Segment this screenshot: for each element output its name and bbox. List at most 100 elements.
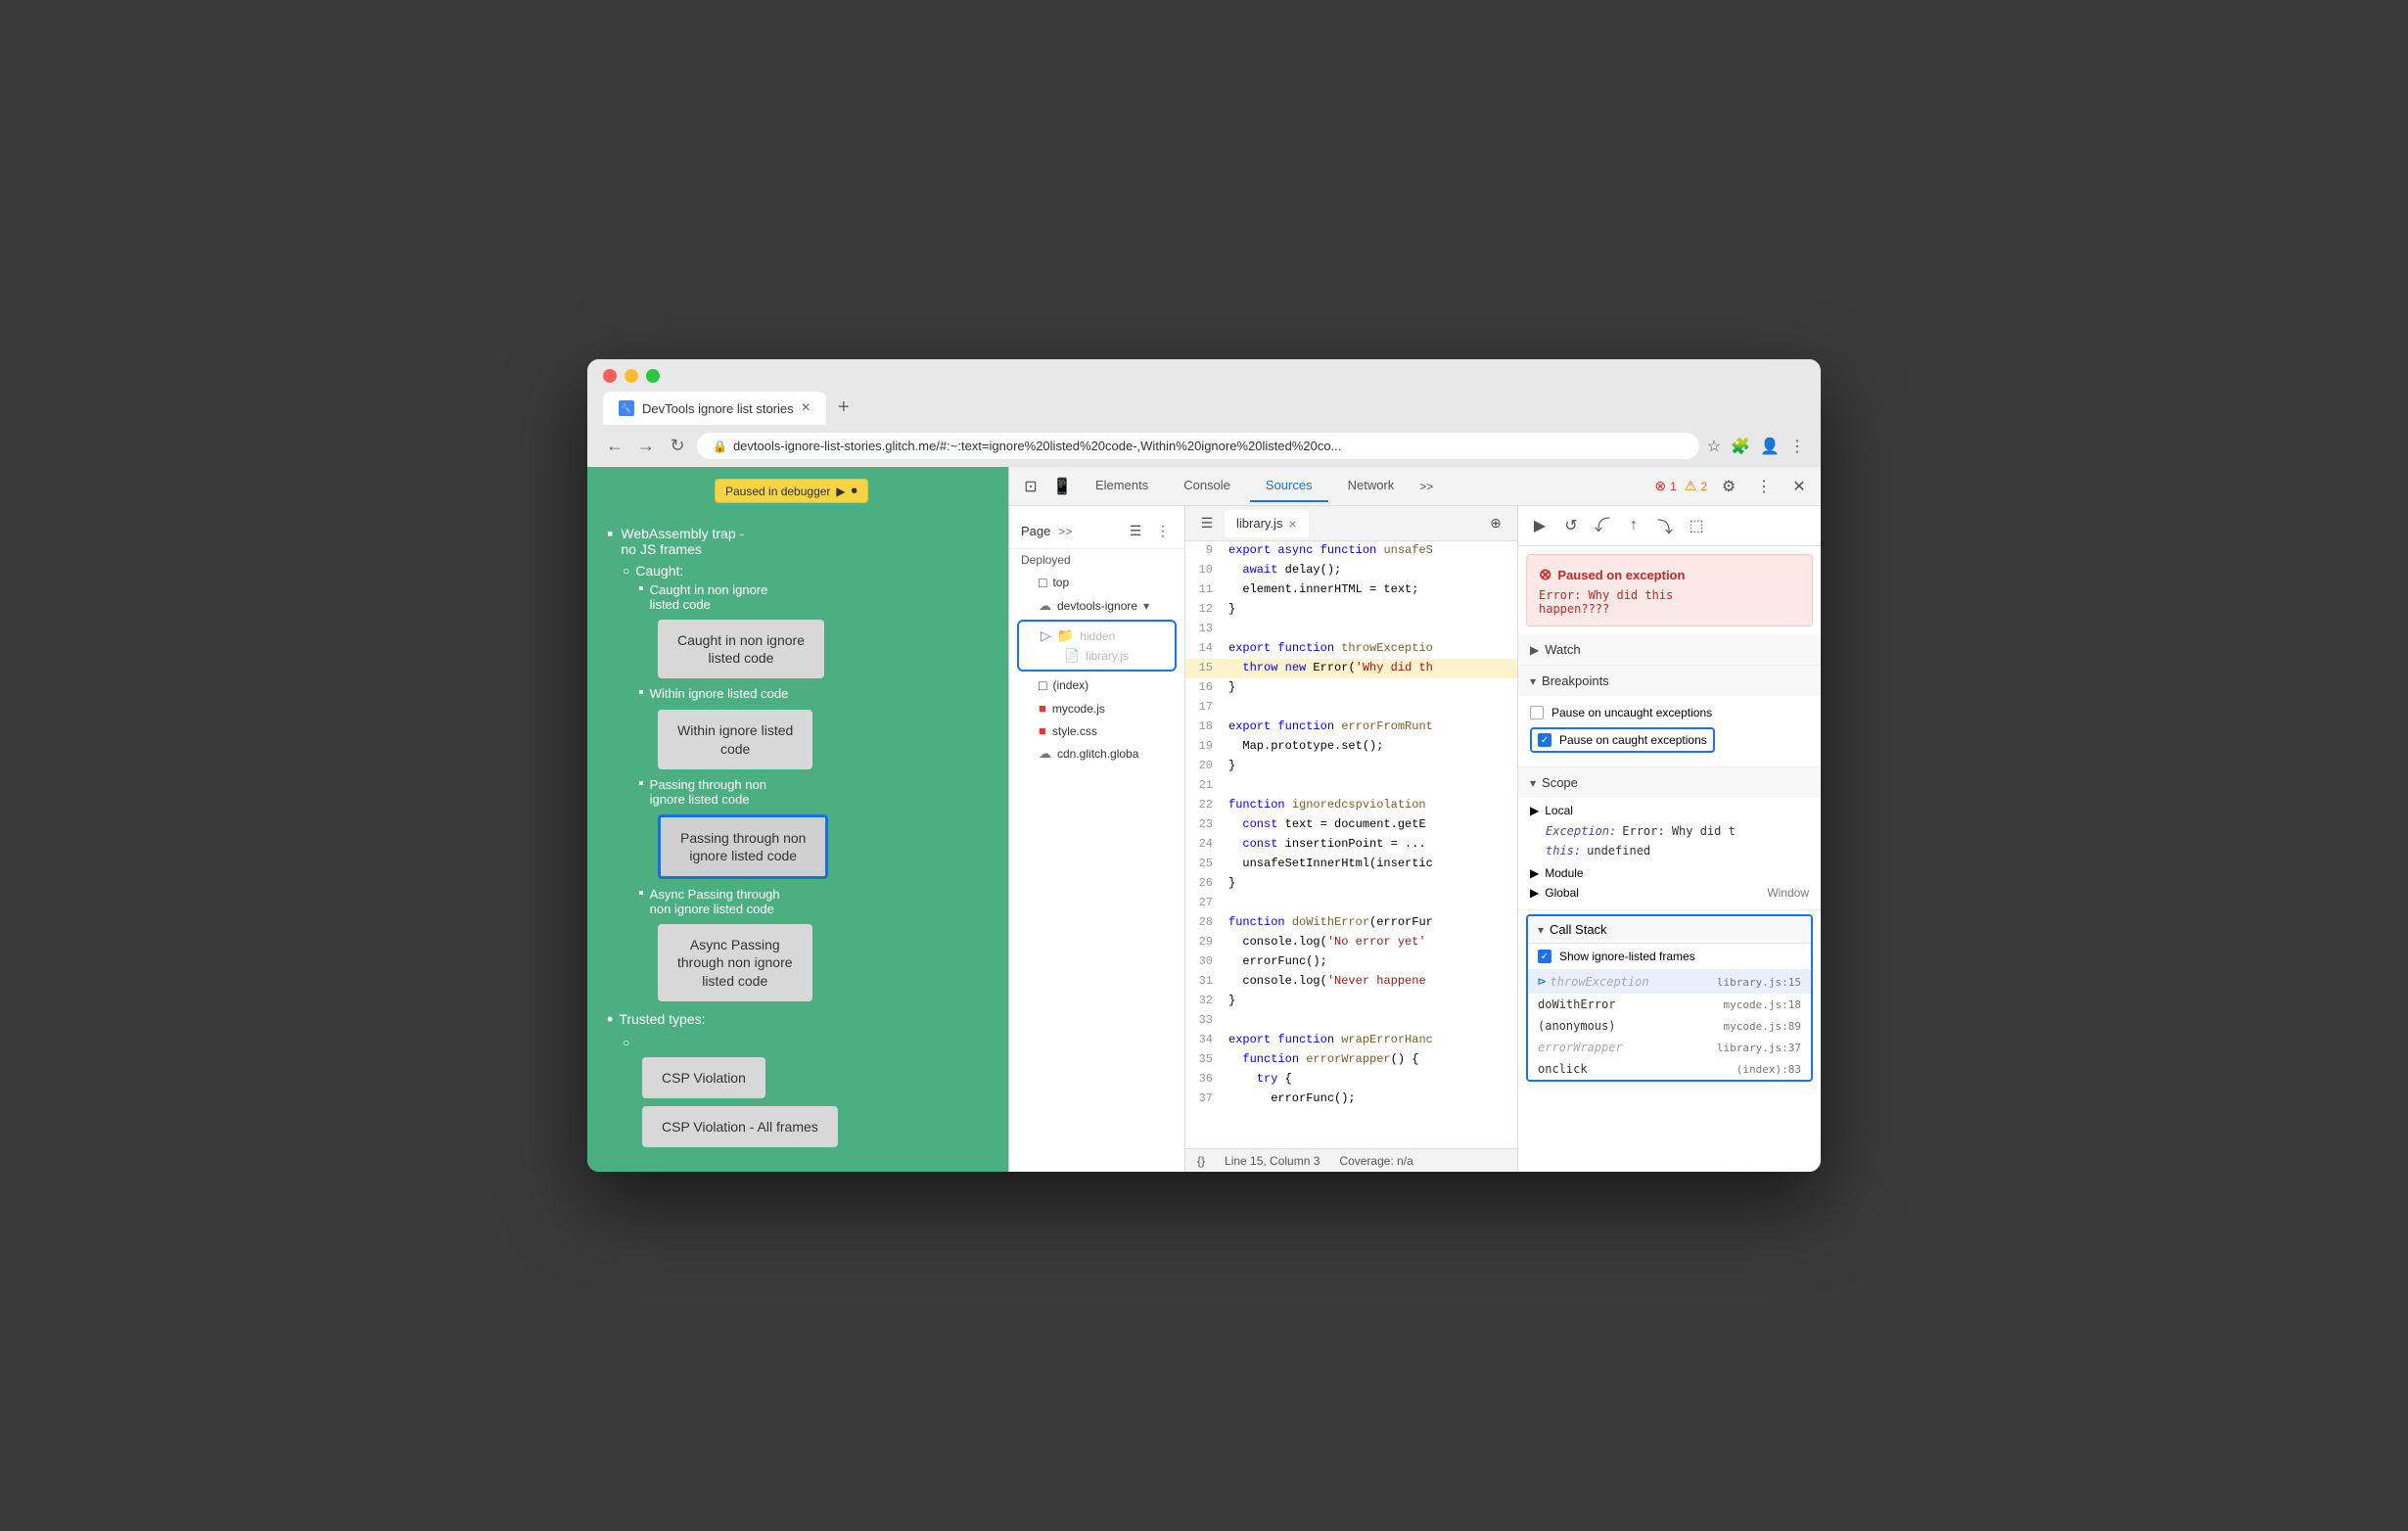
code-line: 26 } bbox=[1185, 874, 1517, 894]
format-button[interactable]: ⊕ bbox=[1482, 510, 1509, 537]
code-line: 14 export function throwExceptio bbox=[1185, 639, 1517, 659]
breakpoints-header[interactable]: ▾ Breakpoints bbox=[1518, 666, 1821, 696]
more-options-button[interactable]: ⋮ bbox=[1750, 473, 1778, 500]
paused-text: Paused in debugger bbox=[725, 485, 830, 498]
mycode-js-item[interactable]: ■ mycode.js bbox=[1009, 697, 1184, 719]
watch-header[interactable]: ▶ Watch bbox=[1518, 634, 1821, 665]
top-item[interactable]: □ top bbox=[1009, 571, 1184, 594]
code-tab-bar: ☰ library.js × ⊕ bbox=[1185, 506, 1517, 541]
resume-button[interactable]: ▶ bbox=[1526, 512, 1553, 539]
close-devtools-button[interactable]: ✕ bbox=[1785, 473, 1813, 500]
tab-sources[interactable]: Sources bbox=[1250, 470, 1328, 502]
page-content: ▪ WebAssembly trap -no JS frames ○ Caugh… bbox=[587, 467, 1008, 1172]
record-icon[interactable]: ⏺ bbox=[852, 484, 857, 498]
call-stack-frame-anon[interactable]: (anonymous) mycode.js:89 bbox=[1528, 1015, 1811, 1037]
frame-wrapper-loc: library.js:37 bbox=[1717, 1042, 1801, 1054]
wa-trap-label: WebAssembly trap -no JS frames bbox=[621, 526, 744, 557]
pause-uncaught-row: Pause on uncaught exceptions bbox=[1530, 702, 1809, 723]
call-stack-frame-do[interactable]: doWithError mycode.js:18 bbox=[1528, 994, 1811, 1015]
sync-button[interactable]: ⋮ bbox=[1153, 522, 1173, 541]
library-js-item[interactable]: 📄 library.js bbox=[1023, 646, 1171, 666]
tab-close-button[interactable]: × bbox=[802, 399, 810, 417]
menu-icon[interactable]: ⋮ bbox=[1789, 437, 1805, 456]
step-into-button[interactable]: ⤴ bbox=[1589, 512, 1616, 539]
tab-elements[interactable]: Elements bbox=[1080, 470, 1164, 502]
more-tabs-button[interactable]: >> bbox=[1413, 476, 1439, 497]
scope-header[interactable]: ▾ Scope bbox=[1518, 767, 1821, 798]
settings-button[interactable]: ⚙ bbox=[1715, 473, 1742, 500]
refresh-button[interactable]: ↻ bbox=[666, 436, 689, 456]
trusted-types-header: Trusted types: bbox=[619, 1011, 705, 1027]
tab-title: DevTools ignore list stories bbox=[642, 401, 794, 416]
deployed-item: Deployed bbox=[1009, 549, 1184, 571]
browser-window: 🔧 DevTools ignore list stories × + ← → ↻… bbox=[587, 359, 1821, 1172]
step-over-button[interactable]: ↺ bbox=[1557, 512, 1585, 539]
address-bar[interactable]: 🔒 devtools-ignore-list-stories.glitch.me… bbox=[697, 433, 1699, 459]
debug-controls: ▶ ↺ ⤴ ↑ ⤵ ⬚ bbox=[1518, 506, 1821, 546]
code-line: 10 await delay(); bbox=[1185, 561, 1517, 580]
call-stack-header[interactable]: ▾ Call Stack bbox=[1528, 916, 1811, 944]
local-scope-label: Local bbox=[1545, 804, 1573, 817]
within-ignore-button[interactable]: Within ignore listedcode bbox=[658, 710, 812, 768]
error-circle-icon: ⊗ bbox=[1539, 565, 1551, 584]
new-tab-button[interactable]: + bbox=[828, 391, 859, 425]
show-ignore-frames-checkbox[interactable]: ✓ bbox=[1538, 950, 1551, 963]
frame-onclick-loc: (index):83 bbox=[1737, 1063, 1801, 1076]
global-scope-header[interactable]: ▶ Global Window bbox=[1530, 886, 1809, 900]
step-out-button[interactable]: ↑ bbox=[1620, 512, 1647, 539]
inspect-element-button[interactable]: ⊡ bbox=[1017, 473, 1044, 500]
breakpoints-chevron-icon: ▾ bbox=[1530, 674, 1536, 688]
error-badge: ⊗ 1 bbox=[1654, 478, 1676, 494]
exception-message: Error: Why did thishappen???? bbox=[1539, 588, 1800, 616]
device-toolbar-button[interactable]: 📱 bbox=[1048, 473, 1076, 500]
forward-button[interactable]: → bbox=[634, 436, 658, 456]
code-line: 33 bbox=[1185, 1011, 1517, 1031]
index-file-icon: □ bbox=[1039, 677, 1046, 693]
cdn-item[interactable]: ☁ cdn.glitch.globa bbox=[1009, 742, 1184, 766]
extension-icon[interactable]: 🧩 bbox=[1731, 437, 1750, 456]
code-line: 20 } bbox=[1185, 757, 1517, 776]
sources-inner: Page >> ☰ ⋮ Deployed □ top bbox=[1009, 506, 1821, 1172]
main-content: Paused in debugger ▶ ⏺ ▪ WebAssembly tra… bbox=[587, 467, 1821, 1172]
close-button[interactable] bbox=[603, 369, 617, 383]
call-stack-frame-throw[interactable]: ⊳ throwException library.js:15 bbox=[1528, 970, 1811, 994]
sidebar-toggle-button[interactable]: ☰ bbox=[1126, 522, 1145, 541]
devtools-ignore-item[interactable]: ☁ devtools-ignore ▾ bbox=[1009, 594, 1184, 618]
step-button[interactable]: ⤵ bbox=[1651, 512, 1679, 539]
minimize-button[interactable] bbox=[625, 369, 638, 383]
tab-network[interactable]: Network bbox=[1332, 470, 1411, 502]
breakpoints-content: Pause on uncaught exceptions ✓ Pause on … bbox=[1518, 696, 1821, 766]
profile-icon[interactable]: 👤 bbox=[1760, 437, 1780, 456]
back-button[interactable]: ← bbox=[603, 436, 626, 456]
code-area[interactable]: 9 export async function unsafeS 10 await… bbox=[1185, 541, 1517, 1148]
bookmark-icon[interactable]: ☆ bbox=[1707, 437, 1721, 456]
csp-violation-all-button[interactable]: CSP Violation - All frames bbox=[642, 1106, 838, 1147]
passing-through-button[interactable]: Passing through nonignore listed code bbox=[658, 814, 828, 879]
code-line: 30 errorFunc(); bbox=[1185, 952, 1517, 972]
call-stack-frame-wrapper[interactable]: errorWrapper library.js:37 bbox=[1528, 1037, 1811, 1058]
overflow-icon[interactable]: >> bbox=[1058, 525, 1072, 538]
page-tab[interactable]: Page bbox=[1021, 524, 1050, 538]
module-scope-header[interactable]: ▶ Module bbox=[1530, 866, 1809, 880]
toggle-drawer-button[interactable]: ☰ bbox=[1193, 510, 1221, 537]
style-css-item[interactable]: ■ style.css bbox=[1009, 719, 1184, 742]
style-file-icon: ■ bbox=[1039, 723, 1046, 738]
close-tab-button[interactable]: × bbox=[1288, 516, 1296, 532]
right-panel: ▶ ↺ ⤴ ↑ ⤵ ⬚ ⊗ Paused on exception Error: bbox=[1517, 506, 1821, 1172]
pause-caught-checkbox[interactable]: ✓ bbox=[1538, 733, 1551, 747]
address-text: devtools-ignore-list-stories.glitch.me/#… bbox=[733, 439, 1684, 453]
caught-non-ignore-button[interactable]: Caught in non ignorelisted code bbox=[658, 620, 824, 678]
deactivate-breakpoints-button[interactable]: ⬚ bbox=[1683, 512, 1710, 539]
browser-tab[interactable]: 🔧 DevTools ignore list stories × bbox=[603, 392, 826, 425]
csp-violation-button[interactable]: CSP Violation bbox=[642, 1057, 765, 1098]
maximize-button[interactable] bbox=[646, 369, 660, 383]
hidden-folder-item[interactable]: ▷ 📁 hidden bbox=[1023, 626, 1171, 646]
library-js-tab[interactable]: library.js × bbox=[1225, 510, 1309, 537]
play-icon[interactable]: ▶ bbox=[836, 485, 845, 498]
pause-uncaught-checkbox[interactable] bbox=[1530, 706, 1544, 719]
index-item[interactable]: □ (index) bbox=[1009, 673, 1184, 697]
async-passing-button[interactable]: Async Passingthrough non ignorelisted co… bbox=[658, 924, 812, 1001]
local-scope-header[interactable]: ▶ Local bbox=[1530, 804, 1809, 817]
tab-console[interactable]: Console bbox=[1168, 470, 1246, 502]
call-stack-frame-onclick[interactable]: onclick (index):83 bbox=[1528, 1058, 1811, 1080]
